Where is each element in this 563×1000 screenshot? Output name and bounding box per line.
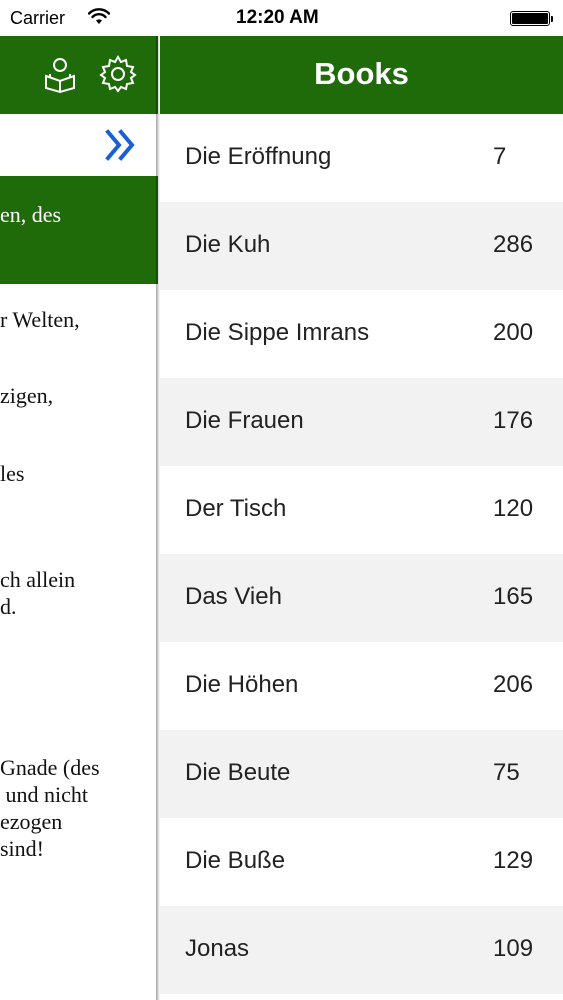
gear-icon[interactable]: [98, 54, 138, 94]
book-row[interactable]: Die Frauen 176: [160, 378, 563, 466]
book-name: Die Höhen: [185, 671, 299, 698]
chevron-double-right-icon[interactable]: [104, 128, 138, 167]
book-name: Die Kuh: [185, 231, 271, 258]
reader-panel[interactable]: en, des r Welten, zigen, les ch allein d…: [0, 36, 158, 1000]
book-verse-count: 129: [493, 847, 534, 874]
book-row[interactable]: Der Tisch 120: [160, 466, 563, 554]
reader-nav-row: [0, 114, 158, 177]
book-row[interactable]: Die Beute 75: [160, 730, 563, 818]
book-verse-count: 165: [493, 583, 534, 610]
books-panel: Books Die Eröffnung 7 Die Kuh 286 Die Sippe …: [160, 36, 563, 1000]
book-verse-count: 176: [493, 407, 534, 434]
book-verse-count: 109: [493, 935, 534, 962]
reader-toolbar: [0, 36, 158, 114]
book-name: Die Sippe Imrans: [185, 319, 370, 346]
book-verse-count: 206: [493, 671, 534, 698]
book-verse-count: 7: [493, 143, 507, 170]
verse-text: ch allein d.: [0, 567, 76, 619]
book-row[interactable]: Die Höhen 206: [160, 642, 563, 730]
book-row[interactable]: Die Sippe Imrans 200: [160, 290, 563, 378]
highlighted-verse-text: en, des: [0, 202, 62, 227]
book-verse-count: 75: [493, 759, 520, 786]
panel-divider: [156, 36, 160, 1000]
book-verse-count: 120: [493, 495, 534, 522]
verse-text: Gnade (des und nicht ezogen sind!: [0, 755, 100, 861]
book-name: Die Eröffnung: [185, 143, 332, 170]
book-name: Die Buße: [185, 847, 286, 874]
book-verse-count: 200: [493, 319, 534, 346]
book-row[interactable]: Das Vieh 165: [160, 554, 563, 642]
book-row[interactable]: Die Eröffnung 7: [160, 114, 563, 202]
book-row[interactable]: Jonas 109: [160, 906, 563, 994]
book-name: Die Frauen: [185, 407, 304, 434]
status-bar: Carrier 12:20 AM: [0, 0, 563, 36]
page-title: Books: [314, 56, 409, 91]
book-list: Die Eröffnung 7 Die Kuh 286 Die Sippe Imrans…: [160, 114, 563, 994]
reader-icon[interactable]: [40, 54, 80, 94]
books-header: Books: [160, 36, 563, 114]
book-name: Die Beute: [185, 759, 291, 786]
clock-time: 12:20 AM: [236, 7, 319, 28]
book-name: Das Vieh: [185, 583, 282, 610]
battery-icon: [510, 11, 553, 26]
wifi-icon: [87, 8, 111, 31]
book-verse-count: 286: [493, 231, 534, 258]
book-row[interactable]: Die Kuh 286: [160, 202, 563, 290]
verse-text: r Welten,: [0, 307, 80, 332]
book-name: Der Tisch: [185, 495, 287, 522]
verse-text: zigen,: [0, 383, 54, 408]
carrier-label: Carrier: [10, 8, 66, 28]
verse-text: les: [0, 461, 25, 486]
highlighted-verse[interactable]: en, des: [0, 176, 158, 284]
book-name: Jonas: [185, 935, 250, 962]
book-row[interactable]: Die Buße 129: [160, 818, 563, 906]
